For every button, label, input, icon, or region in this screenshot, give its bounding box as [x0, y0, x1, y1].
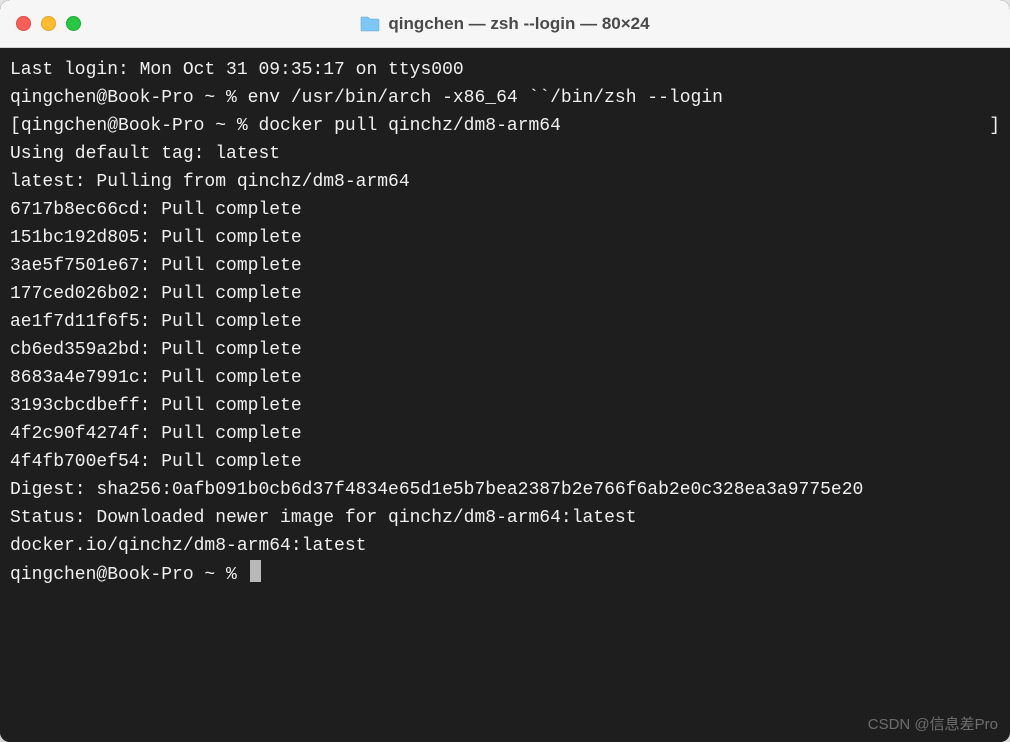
- prompt-text: qingchen@Book-Pro ~ %: [10, 565, 248, 585]
- output-line: Status: Downloaded newer image for qinch…: [10, 504, 1000, 532]
- cursor: [250, 560, 261, 582]
- output-line: 3ae5f7501e67: Pull complete: [10, 252, 1000, 280]
- output-line: Digest: sha256:0afb091b0cb6d37f4834e65d1…: [10, 476, 1000, 504]
- terminal-body[interactable]: Last login: Mon Oct 31 09:35:17 on ttys0…: [0, 48, 1010, 742]
- output-line: 3193cbcdbeff: Pull complete: [10, 392, 1000, 420]
- output-line: ae1f7d11f6f5: Pull complete: [10, 308, 1000, 336]
- prompt-line: qingchen@Book-Pro ~ % env /usr/bin/arch …: [10, 84, 1000, 112]
- maximize-button[interactable]: [66, 16, 81, 31]
- minimize-button[interactable]: [41, 16, 56, 31]
- output-line: latest: Pulling from qinchz/dm8-arm64: [10, 168, 1000, 196]
- output-line: Using default tag: latest: [10, 140, 1000, 168]
- prompt-line: qingchen@Book-Pro ~ %: [10, 560, 1000, 589]
- window-title: qingchen — zsh --login — 80×24: [388, 14, 649, 34]
- output-line: 4f2c90f4274f: Pull complete: [10, 420, 1000, 448]
- output-line: 6717b8ec66cd: Pull complete: [10, 196, 1000, 224]
- terminal-window: qingchen — zsh --login — 80×24 Last logi…: [0, 0, 1010, 742]
- title-wrap: qingchen — zsh --login — 80×24: [16, 14, 994, 34]
- folder-icon: [360, 16, 380, 32]
- command-text: qingchen@Book-Pro ~ % docker pull qinchz…: [21, 112, 989, 140]
- output-line: 4f4fb700ef54: Pull complete: [10, 448, 1000, 476]
- close-button[interactable]: [16, 16, 31, 31]
- bracket-right: ]: [989, 112, 1000, 140]
- watermark: CSDN @信息差Pro: [868, 713, 998, 734]
- prompt-line: [ qingchen@Book-Pro ~ % docker pull qinc…: [10, 112, 1000, 140]
- traffic-lights: [16, 16, 81, 31]
- output-line: docker.io/qinchz/dm8-arm64:latest: [10, 532, 1000, 560]
- output-line: Last login: Mon Oct 31 09:35:17 on ttys0…: [10, 56, 1000, 84]
- output-line: 151bc192d805: Pull complete: [10, 224, 1000, 252]
- titlebar[interactable]: qingchen — zsh --login — 80×24: [0, 0, 1010, 48]
- output-line: cb6ed359a2bd: Pull complete: [10, 336, 1000, 364]
- output-line: 177ced026b02: Pull complete: [10, 280, 1000, 308]
- output-line: 8683a4e7991c: Pull complete: [10, 364, 1000, 392]
- bracket-left: [: [10, 112, 21, 140]
